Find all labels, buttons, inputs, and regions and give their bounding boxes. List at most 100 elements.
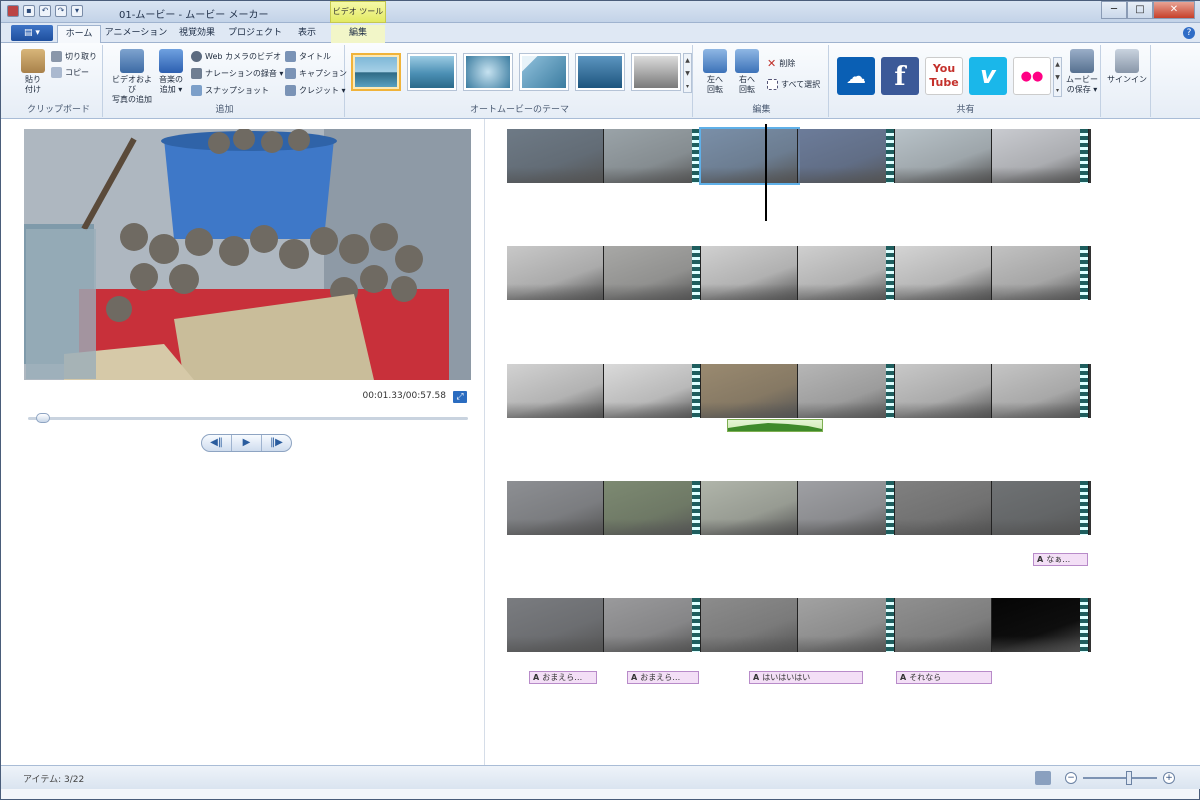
cut-button[interactable]: 切り取り (51, 51, 97, 62)
clip-thumbnail[interactable] (701, 481, 798, 535)
clip-thumbnail[interactable] (604, 129, 701, 183)
caption-clip[interactable]: A おまえら… (627, 671, 699, 684)
clip-thumbnail[interactable] (507, 364, 604, 418)
help-icon[interactable]: ? (1183, 27, 1195, 39)
next-frame-button[interactable]: ‖▶ (262, 435, 291, 451)
clip-thumbnail[interactable] (701, 598, 798, 652)
webcam-video-button[interactable]: Web カメラのビデオ (191, 51, 281, 62)
seek-thumb[interactable] (36, 413, 51, 423)
youtube-icon[interactable]: You Tube (925, 57, 963, 95)
snapshot-button[interactable]: スナップショット (191, 85, 269, 96)
theme-thumbnail[interactable] (575, 53, 625, 91)
app-menu-button[interactable]: ▤ ▾ (11, 25, 53, 41)
clip-thumbnail[interactable] (798, 598, 895, 652)
seek-bar[interactable] (28, 417, 468, 420)
tab-visual-effects[interactable]: 視覚効果 (171, 25, 223, 43)
clip-thumbnail[interactable] (798, 246, 895, 300)
caption-clip[interactable]: A なぁ… (1033, 553, 1088, 566)
narration-label: ナレーションの録音 ▾ (205, 69, 284, 78)
clip-thumbnail[interactable] (604, 364, 701, 418)
clip-thumbnail[interactable] (895, 246, 992, 300)
clip-thumbnail[interactable] (798, 481, 895, 535)
tab-view[interactable]: 表示 (287, 25, 327, 43)
vimeo-icon[interactable]: v (969, 57, 1007, 95)
sign-in-button[interactable]: サインイン (1105, 49, 1149, 85)
caption-button[interactable]: キャプション (285, 68, 347, 79)
theme-thumbnail[interactable] (407, 53, 457, 91)
share-scroll[interactable]: ▲ ▼ ▾ (1053, 57, 1062, 97)
music-clip[interactable] (727, 419, 823, 432)
undo-icon[interactable]: ↶ (39, 5, 51, 17)
theme-thumbnail[interactable] (351, 53, 401, 91)
theme-thumbnail[interactable] (631, 53, 681, 91)
clip-thumbnail[interactable] (992, 129, 1089, 183)
flickr-icon[interactable]: ●● (1013, 57, 1051, 95)
clip-thumbnail[interactable] (701, 246, 798, 300)
clip-thumbnail[interactable] (895, 129, 992, 183)
tab-home[interactable]: ホーム (57, 25, 101, 43)
clip-thumbnail[interactable] (895, 598, 992, 652)
zoom-in-button[interactable]: + (1163, 772, 1175, 784)
credits-button[interactable]: クレジット ▾ (285, 85, 346, 96)
transition-marker (1080, 598, 1088, 652)
clip-thumbnail[interactable] (699, 127, 800, 185)
play-button[interactable]: ▶ (232, 435, 262, 451)
add-videos-photos-button[interactable]: ビデオおよび 写真の追加 (109, 49, 155, 105)
clip-thumbnail[interactable] (507, 246, 604, 300)
zoom-slider[interactable] (1083, 777, 1157, 779)
caption-clip[interactable]: A はいはいはい (749, 671, 863, 684)
clip-thumbnail[interactable] (895, 481, 992, 535)
add-music-button[interactable]: 音楽の 追加 ▾ (157, 49, 185, 95)
clip-thumbnail[interactable] (507, 598, 604, 652)
minimize-button[interactable]: ─ (1101, 1, 1127, 19)
delete-button[interactable]: ✕ 削除 (767, 57, 795, 70)
themes-scroll[interactable]: ▲ ▼ ▾ (683, 53, 692, 93)
group-signin: サインイン (1103, 45, 1151, 117)
clip-thumbnail[interactable] (604, 598, 701, 652)
zoom-out-button[interactable]: − (1065, 772, 1077, 784)
video-preview[interactable] (24, 129, 471, 380)
tab-animation[interactable]: アニメーション (103, 25, 169, 43)
caption-clip[interactable]: A それなら (896, 671, 992, 684)
clip-thumbnail[interactable] (992, 481, 1089, 535)
clip-thumbnail[interactable] (507, 129, 604, 183)
clip-thumbnail[interactable] (992, 598, 1089, 652)
clip-thumbnail[interactable] (992, 364, 1089, 418)
audio-waveform (798, 519, 894, 535)
tab-project[interactable]: プロジェクト (225, 25, 285, 43)
title-button[interactable]: タイトル (285, 51, 331, 62)
rotate-left-button[interactable]: 左へ 回転 (701, 49, 729, 95)
transition-marker (1080, 246, 1088, 300)
theme-preview-image (578, 56, 622, 88)
theme-thumbnail[interactable] (463, 53, 513, 91)
save-icon[interactable]: ▪ (23, 5, 35, 17)
tab-edit[interactable]: 編集 (331, 25, 385, 43)
fullscreen-preview-button[interactable]: ⤢ (453, 391, 467, 403)
qat-dropdown-icon[interactable]: ▾ (71, 5, 83, 17)
playhead[interactable] (765, 124, 767, 221)
maximize-button[interactable]: □ (1127, 1, 1153, 19)
facebook-icon[interactable]: f (881, 57, 919, 95)
save-movie-button[interactable]: ムービー の保存 ▾ (1063, 49, 1101, 95)
close-button[interactable]: ✕ (1153, 1, 1195, 19)
clip-thumbnail[interactable] (604, 481, 701, 535)
redo-icon[interactable]: ↷ (55, 5, 67, 17)
clip-thumbnail[interactable] (798, 364, 895, 418)
rotate-right-button[interactable]: 右へ 回転 (733, 49, 761, 95)
caption-clip[interactable]: A おまえら… (529, 671, 597, 684)
clip-thumbnail[interactable] (895, 364, 992, 418)
clip-thumbnail[interactable] (992, 246, 1089, 300)
copy-button[interactable]: コピー (51, 67, 89, 78)
theme-thumbnail[interactable] (519, 53, 569, 91)
paste-button[interactable]: 貼り 付け (19, 49, 47, 95)
select-all-button[interactable]: すべて選択 (767, 79, 820, 90)
clip-thumbnail[interactable] (604, 246, 701, 300)
previous-frame-button[interactable]: ◀‖ (202, 435, 232, 451)
zoom-slider-thumb[interactable] (1125, 771, 1132, 785)
clip-thumbnail[interactable] (507, 481, 604, 535)
clip-thumbnail[interactable] (798, 129, 895, 183)
skydrive-icon[interactable]: ☁ (837, 57, 875, 95)
record-narration-button[interactable]: ナレーションの録音 ▾ (191, 68, 283, 79)
clip-thumbnail[interactable] (701, 364, 798, 418)
storyboard-view-icon[interactable] (1035, 771, 1051, 785)
